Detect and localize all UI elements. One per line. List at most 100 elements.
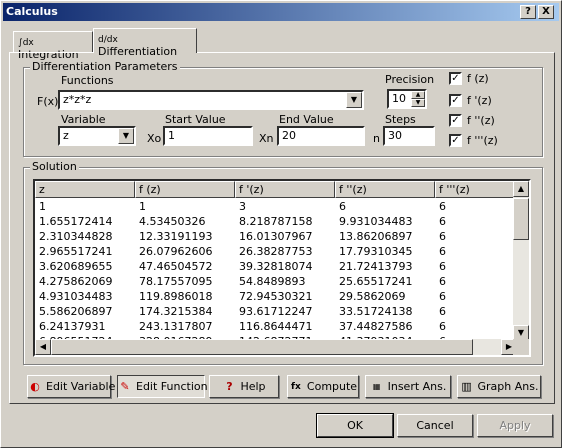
function-dropdown-button[interactable]: ▼ [346,92,362,108]
table-row[interactable]: 2.965517241 26.07962606 26.38287753 17.7931… [35,244,517,259]
table-row[interactable]: 1.655172414 4.53450326 8.218787158 9.931034… [35,214,517,229]
insert-table-icon: ▦ [372,382,381,391]
scroll-up-icon[interactable]: ▲ [513,181,529,197]
table-cell: 37.44827586 [339,320,413,333]
vertical-scroll-thumb[interactable] [513,198,529,240]
compute-icon: fx [291,382,301,392]
fx-label: F(x) [37,95,59,108]
column-header[interactable]: f ''(z) [335,181,435,198]
fprime-checkbox[interactable]: ✓ [449,94,462,107]
edit-function-button[interactable]: ✎ Edit Function [117,375,208,398]
horizontal-scrollbar[interactable]: ◀ ▶ [35,339,517,355]
precision-value: 10 [392,92,406,105]
apply-label: Apply [499,419,531,432]
help-button[interactable]: ? Help [209,375,279,398]
variable-label: Variable [61,113,106,126]
title-bar[interactable]: Calculus ? X [3,3,559,21]
scroll-left-icon[interactable]: ◀ [35,339,51,355]
table-cell: 116.8644471 [239,320,313,333]
fdoubleprime-checkbox-label: f ''(z) [467,114,495,127]
graph-ans-button[interactable]: ▥ Graph Ans. [457,375,541,398]
edit-variable-label: Edit Variable [46,380,116,393]
table-cell: 6 [439,290,446,303]
table-cell: 2.310344828 [39,230,113,243]
scrollbar-corner [513,339,529,355]
table-cell: 12.33191193 [139,230,213,243]
n-label: n [373,132,380,145]
table-cell: 1 [139,200,146,213]
horizontal-scroll-thumb[interactable] [51,339,473,355]
variable-dropdown-button[interactable]: ▼ [118,128,134,144]
close-title-button[interactable]: X [538,5,554,19]
start-value: 1 [168,129,175,142]
column-header[interactable]: z [35,181,135,198]
spin-down-icon[interactable]: ▼ [411,99,425,107]
fdoubleprime-checkbox[interactable]: ✓ [449,114,462,127]
edit-variable-icon: ◐ [30,380,40,393]
table-row[interactable]: 4.275862069 78.17557095 54.8489893 25.65517… [35,274,517,289]
ftripleprime-checkbox[interactable]: ✓ [449,134,462,147]
table-cell: 2.965517241 [39,245,113,258]
table-cell: 78.17557095 [139,275,213,288]
edit-variable-button[interactable]: ◐ Edit Variable [27,375,115,398]
start-value-input[interactable]: 1 [163,126,253,146]
table-row[interactable]: 4.931034483 119.8986018 72.94530321 29.5862… [35,289,517,304]
tab-differentiation[interactable]: d/dxDifferentiation [93,28,197,58]
table-cell: 6 [439,260,446,273]
table-cell: 21.72413793 [339,260,413,273]
table-cell: 4.931034483 [39,290,113,303]
table-cell: 39.32818074 [239,260,313,273]
column-header[interactable]: f '''(z) [435,181,517,198]
table-header: z f (z) f '(z) f ''(z) f '''(z) [35,181,517,198]
help-title-button[interactable]: ? [520,5,536,19]
vertical-scrollbar[interactable]: ▲ ▼ [513,181,529,341]
table-row[interactable]: 2.310344828 12.33191193 16.01307967 13.8620… [35,229,517,244]
end-value-input[interactable]: 20 [277,126,365,146]
table-row[interactable]: 3.620689655 47.46504572 39.32818074 21.7241… [35,259,517,274]
table-cell: 13.86206897 [339,230,413,243]
xo-label: Xo [147,132,162,145]
edit-function-icon: ✎ [120,380,130,393]
steps-label: Steps [385,113,416,126]
insert-ans-label: Insert Ans. [387,380,447,393]
functions-label: Functions [61,74,114,87]
integral-icon: ∫dx [18,38,34,48]
table-row[interactable]: 1 1 3 6 6 [35,199,517,214]
table-cell: 1 [39,200,46,213]
table-cell: 93.61712247 [239,305,313,318]
table-cell: 4.53450326 [139,215,206,228]
spin-up-icon[interactable]: ▲ [411,91,425,99]
table-cell: 6 [439,275,446,288]
ok-button[interactable]: OK [316,413,394,438]
table-cell: 3 [239,200,246,213]
column-header[interactable]: f '(z) [235,181,335,198]
steps-input[interactable]: 30 [383,126,435,146]
insert-ans-button[interactable]: ▦ Insert Ans. [365,375,451,398]
apply-button[interactable]: Apply [477,414,553,437]
solution-table[interactable]: z f (z) f '(z) f ''(z) f '''(z) 1 1 3 6 6 1.6… [33,179,531,357]
table-row[interactable]: 5.586206897 174.3215384 93.61712247 33.5172… [35,304,517,319]
fz-checkbox-label: f (z) [467,72,489,85]
variable-select[interactable]: z ▼ [58,126,136,146]
table-row[interactable]: 6.24137931 243.1317807 116.8644471 37.44827… [35,319,517,334]
window-title: Calculus [6,5,58,18]
compute-button[interactable]: fx Compute [287,375,359,398]
table-cell: 1.655172414 [39,215,113,228]
graph-icon: ▥ [461,380,472,393]
fz-checkbox[interactable]: ✓ [449,72,462,85]
precision-spinner[interactable]: 10 ▲ ▼ [387,89,427,109]
compute-label: Compute [306,380,358,393]
table-cell: 5.586206897 [39,305,113,318]
table-cell: 174.3215384 [139,305,213,318]
end-value: 20 [282,129,296,142]
table-cell: 119.8986018 [139,290,213,303]
table-cell: 26.07962606 [139,245,213,258]
tab-integration[interactable]: ∫dxIntegration [13,31,93,61]
column-header[interactable]: f (z) [135,181,235,198]
function-select[interactable]: z*z*z ▼ [58,90,364,110]
cancel-button[interactable]: Cancel [397,414,473,437]
precision-spin-buttons: ▲ ▼ [411,91,425,107]
question-icon: ? [226,380,233,393]
close-icon: X [542,6,550,17]
table-cell: 72.94530321 [239,290,313,303]
